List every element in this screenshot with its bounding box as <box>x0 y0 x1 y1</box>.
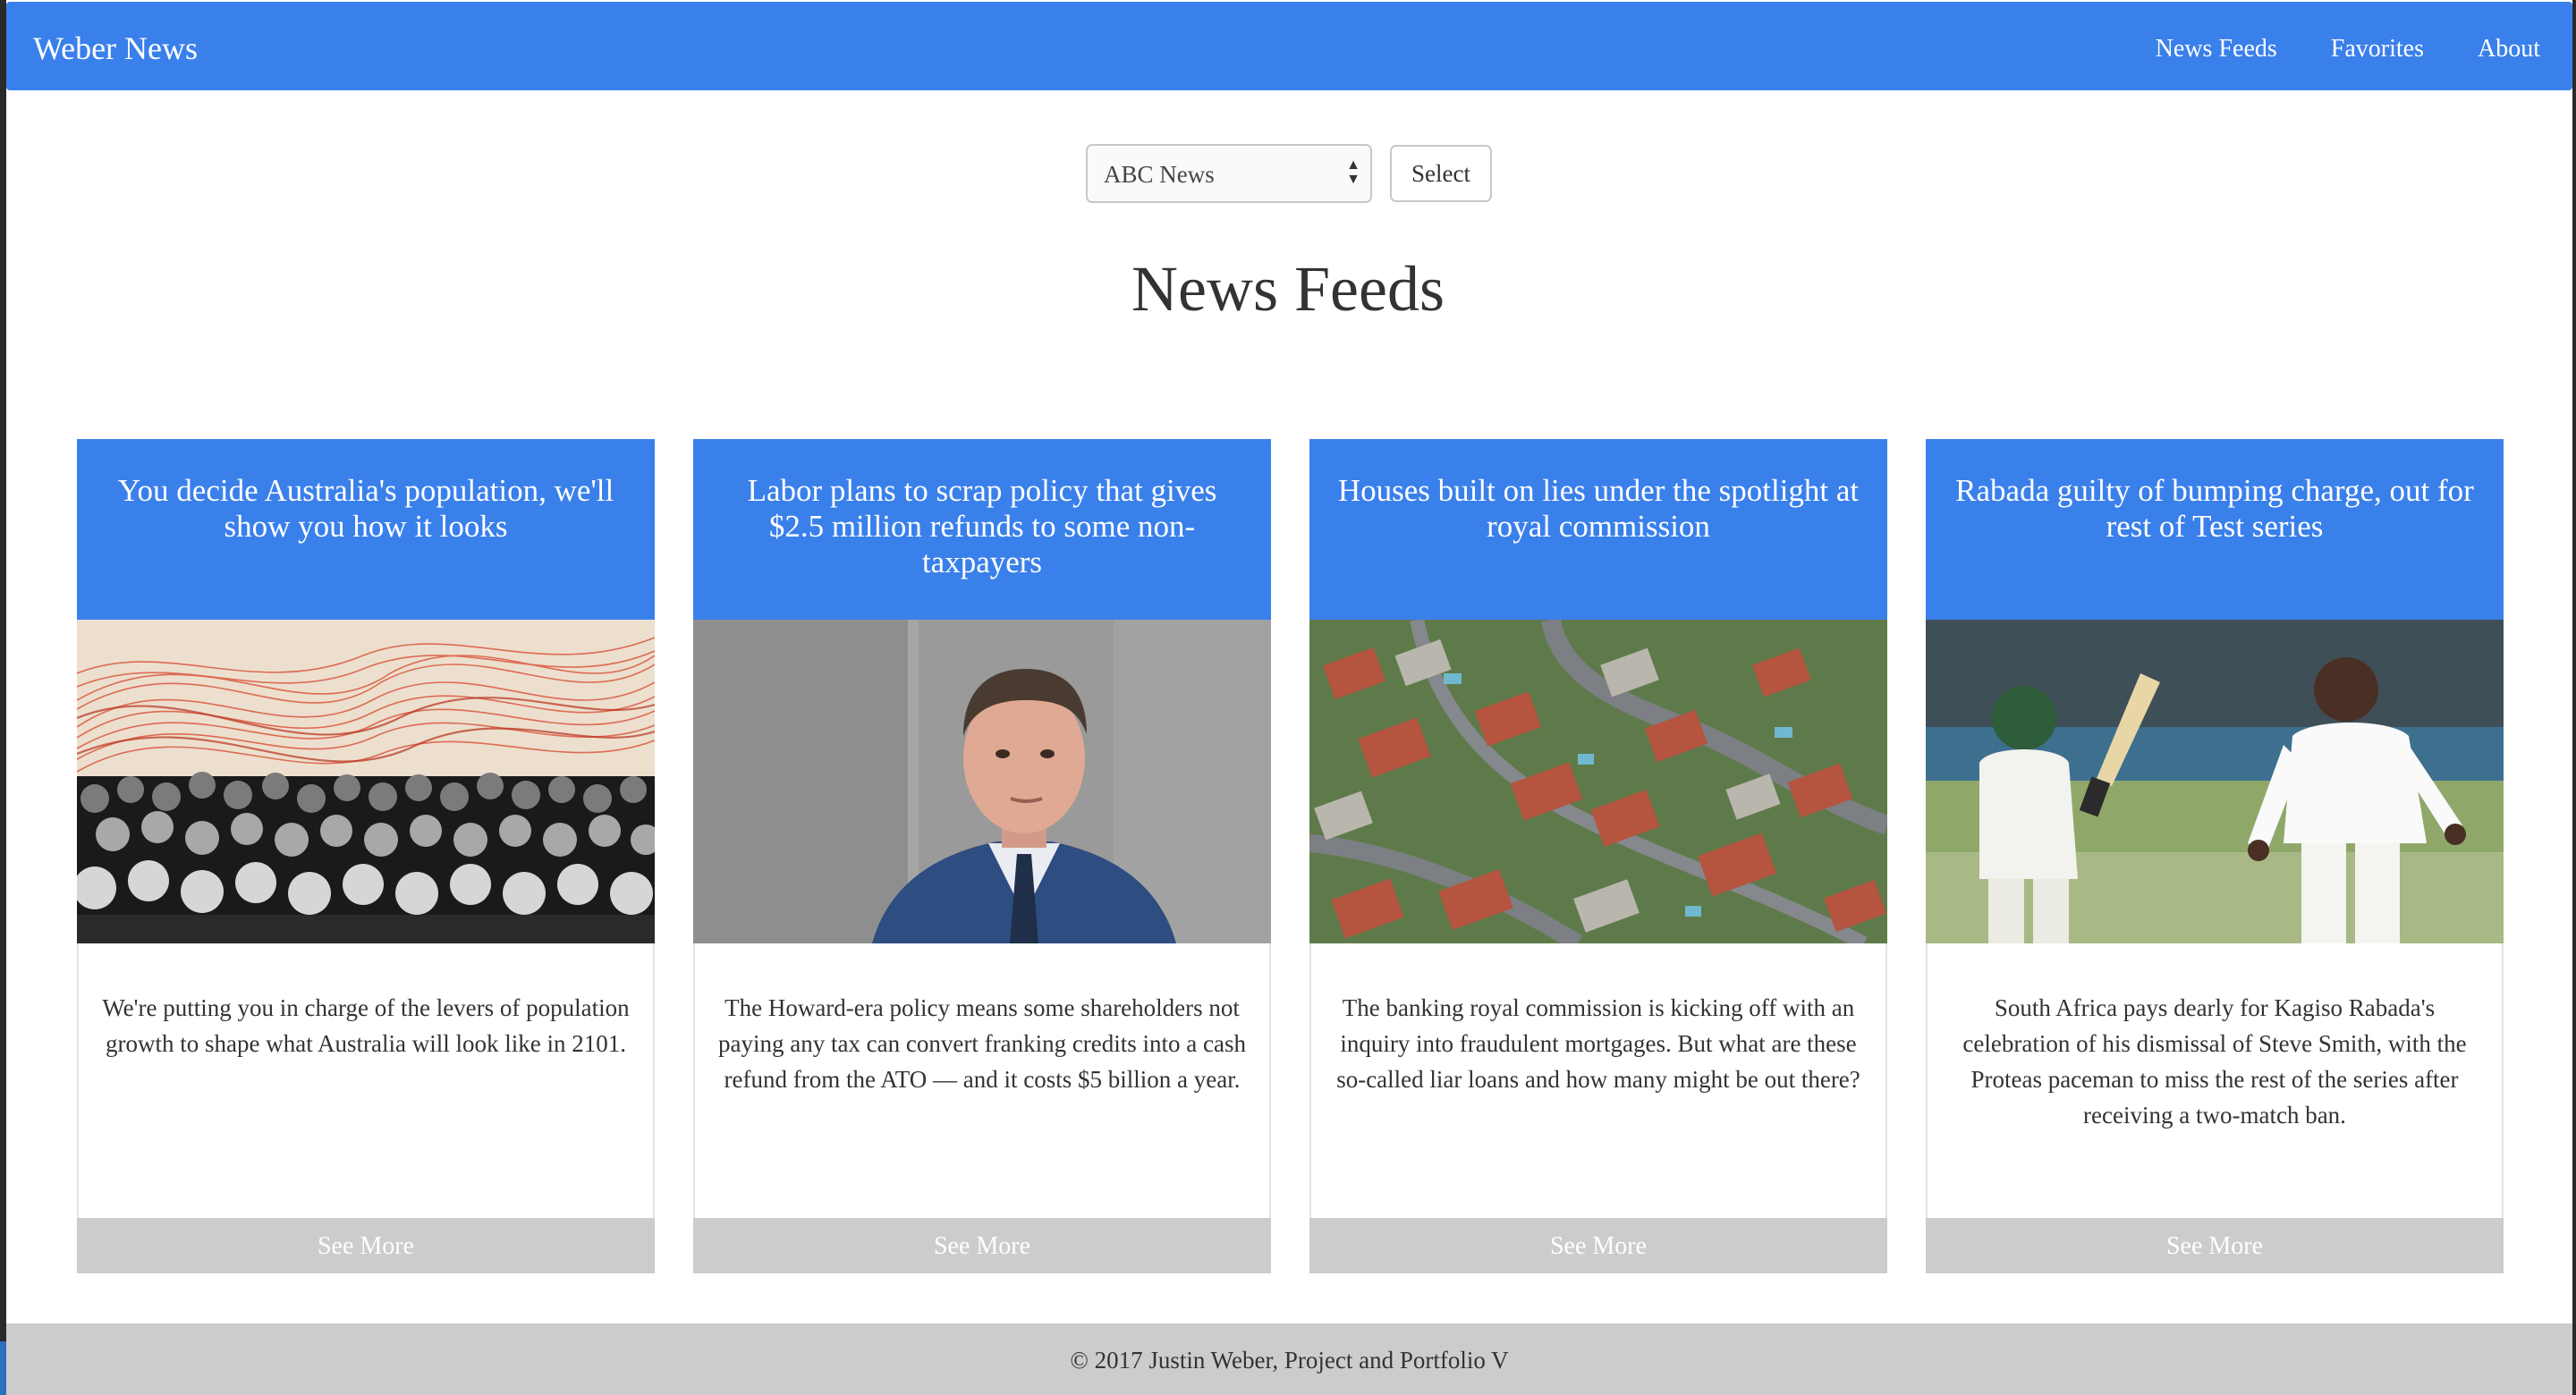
news-card-description: We're putting you in charge of the lever… <box>102 994 630 1057</box>
nav-link-about[interactable]: About <box>2478 30 2540 63</box>
news-card: Houses built on lies under the spotlight… <box>1309 439 1887 1273</box>
news-card-image <box>1309 620 1887 943</box>
cricket-players-image <box>1926 620 2504 943</box>
nav-link-news-feeds[interactable]: News Feeds <box>2156 30 2277 63</box>
footer: © 2017 Justin Weber, Project and Portfol… <box>6 1323 2572 1395</box>
nav-links: News Feeds Favorites About <box>2102 2 2540 90</box>
aerial-suburb-image <box>1309 620 1887 943</box>
news-card-description: The Howard-era policy means some shareho… <box>717 994 1247 1093</box>
news-source-select-value: ABC News <box>1104 161 1215 188</box>
portrait-photo-image <box>693 620 1271 943</box>
news-card-description: The banking royal commission is kicking … <box>1336 994 1860 1093</box>
navbar: Weber News News Feeds Favorites About <box>6 2 2572 90</box>
see-more-button[interactable]: See More <box>1926 1218 2504 1273</box>
window-edge-left <box>0 0 6 1395</box>
nav-link-favorites[interactable]: Favorites <box>2331 30 2424 63</box>
see-more-button[interactable]: See More <box>693 1218 1271 1273</box>
news-card-image <box>693 620 1271 943</box>
news-card: Rabada guilty of bumping charge, out for… <box>1926 439 2504 1273</box>
news-card-headline: Rabada guilty of bumping charge, out for… <box>1926 439 2504 620</box>
feed-controls: ABC News ▲ ▼ Select <box>1086 144 1492 203</box>
window-edge-accent <box>0 1341 6 1395</box>
page-title: News Feeds <box>1131 253 1445 325</box>
select-button[interactable]: Select <box>1390 145 1492 202</box>
window-edge-right <box>2572 0 2576 1395</box>
see-more-button[interactable]: See More <box>1309 1218 1887 1273</box>
brand-link[interactable]: Weber News <box>33 2 198 90</box>
news-card: Labor plans to scrap policy that gives $… <box>693 439 1271 1273</box>
news-card-headline: Labor plans to scrap policy that gives $… <box>693 439 1271 620</box>
crowd-illustration-image <box>77 620 655 943</box>
news-source-select[interactable]: ABC News ▲ ▼ <box>1086 144 1372 203</box>
see-more-button[interactable]: See More <box>77 1218 655 1273</box>
select-updown-icon: ▲ ▼ <box>1346 157 1360 187</box>
news-card-description: South Africa pays dearly for Kagiso Raba… <box>1962 994 2467 1129</box>
page: Weber News News Feeds Favorites About AB… <box>0 0 2576 1395</box>
news-card-headline: You decide Australia's population, we'll… <box>77 439 655 620</box>
news-card-image <box>77 620 655 943</box>
news-card: You decide Australia's population, we'll… <box>77 439 655 1273</box>
news-card-image <box>1926 620 2504 943</box>
news-card-headline: Houses built on lies under the spotlight… <box>1309 439 1887 620</box>
